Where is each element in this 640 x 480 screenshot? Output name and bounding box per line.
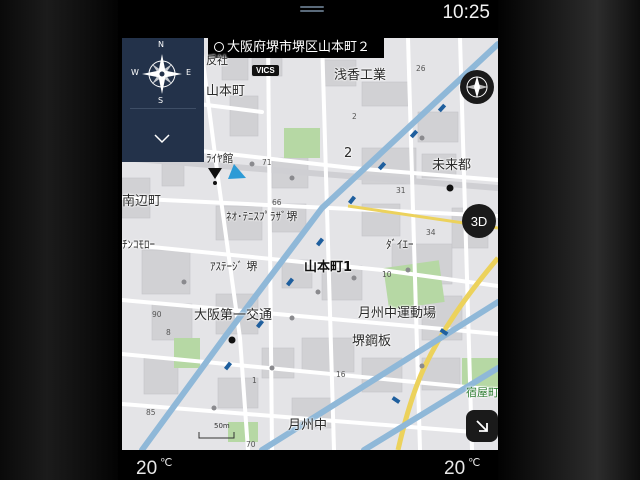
compass-e: E xyxy=(186,68,192,77)
left-bezel xyxy=(0,0,118,480)
block-number: 31 xyxy=(396,186,406,195)
chevron-down-icon xyxy=(154,134,170,144)
temp-right-value[interactable]: 20 xyxy=(444,458,465,480)
location-pin-icon xyxy=(214,42,224,52)
compass-n: N xyxy=(158,40,164,49)
block-number: 34 xyxy=(426,228,436,237)
vics-indicator: VICS xyxy=(252,65,279,76)
block-number: 26 xyxy=(416,64,426,73)
right-bezel xyxy=(498,0,640,480)
scale-label: 50m xyxy=(214,422,230,430)
address-bar: 大阪府堺市堺区山本町２ xyxy=(208,38,385,58)
block-number: 1 xyxy=(252,376,257,385)
label-tsukishu-chu: 月州中 xyxy=(288,418,328,433)
label-hall: ﾗｲﾔ館 xyxy=(206,152,234,165)
block-number: 66 xyxy=(272,198,282,207)
label-tsukishu-field: 月州中運動場 xyxy=(358,306,437,321)
label-shukuya: 宿屋町 xyxy=(466,386,498,399)
block-number: 8 xyxy=(166,328,171,337)
panel-divider xyxy=(130,108,196,109)
clock: 10:25 xyxy=(442,2,490,23)
current-address: 大阪府堺市堺区山本町２ xyxy=(227,40,371,55)
label-yamamoto-1: 山本町1 xyxy=(304,260,353,275)
label-astage: ｱｽﾃｰｼﾞ 堺 xyxy=(210,260,258,273)
block-number: 2 xyxy=(352,112,357,121)
block-number: 10 xyxy=(382,270,392,279)
status-bar: 10:25 xyxy=(118,0,498,32)
label-chinkomono: ﾁﾝｺﾓﾛｰ xyxy=(122,238,155,251)
compass-w: W xyxy=(131,68,139,77)
navigation-map[interactable]: 大阪府堺市堺区山本町２ VICS N S W E 反社 浅香工業 山本町 ﾗｲﾔ… xyxy=(122,38,498,450)
map-scale: 50m xyxy=(198,422,242,440)
label-neo-tennis: ﾈｵ･ﾃﾆｽﾌﾟﾗｻﾞ堺 xyxy=(226,210,298,223)
label-mirai: 未来都 xyxy=(432,158,472,173)
label-minami-henmachi: 南辺町 xyxy=(122,194,162,209)
block-number: 16 xyxy=(336,370,346,379)
label-block-2: 2 xyxy=(344,146,353,161)
arrow-bottom-right-icon xyxy=(476,420,488,432)
recenter-button[interactable] xyxy=(466,410,498,442)
pulldown-handle[interactable] xyxy=(300,6,324,15)
label-sakai-kouhan: 堺鋼板 xyxy=(352,334,392,349)
temp-right-unit: ℃ xyxy=(468,457,481,469)
compass-s: S xyxy=(158,96,164,105)
label-daiei: ﾀﾞｲｴｰ xyxy=(386,238,414,251)
label-shrine: 反社 xyxy=(206,54,228,67)
compass-icon xyxy=(466,76,488,98)
temp-left-unit: ℃ xyxy=(160,457,173,469)
climate-bar: 20 ℃ 20 ℃ xyxy=(118,450,498,480)
infotainment-screen: 10:25 大阪府堺市堺区山本町２ VICS N S W E 反社 浅香工業 山… xyxy=(118,0,498,480)
block-number: 90 xyxy=(152,310,162,319)
north-up-button[interactable] xyxy=(460,70,494,104)
view-3d-button[interactable]: 3D xyxy=(462,204,496,238)
block-number: 85 xyxy=(146,408,156,417)
label-osaka-koutsu: 大阪第一交通 xyxy=(194,308,273,323)
temp-left-value[interactable]: 20 xyxy=(136,458,157,480)
block-number: 70 xyxy=(246,440,256,449)
label-asaka-kogyo: 浅香工業 xyxy=(334,68,387,83)
block-number: 71 xyxy=(262,158,272,167)
label-yamamoto-cho: 山本町 xyxy=(206,84,246,99)
map-side-panel: N S W E xyxy=(122,38,204,162)
